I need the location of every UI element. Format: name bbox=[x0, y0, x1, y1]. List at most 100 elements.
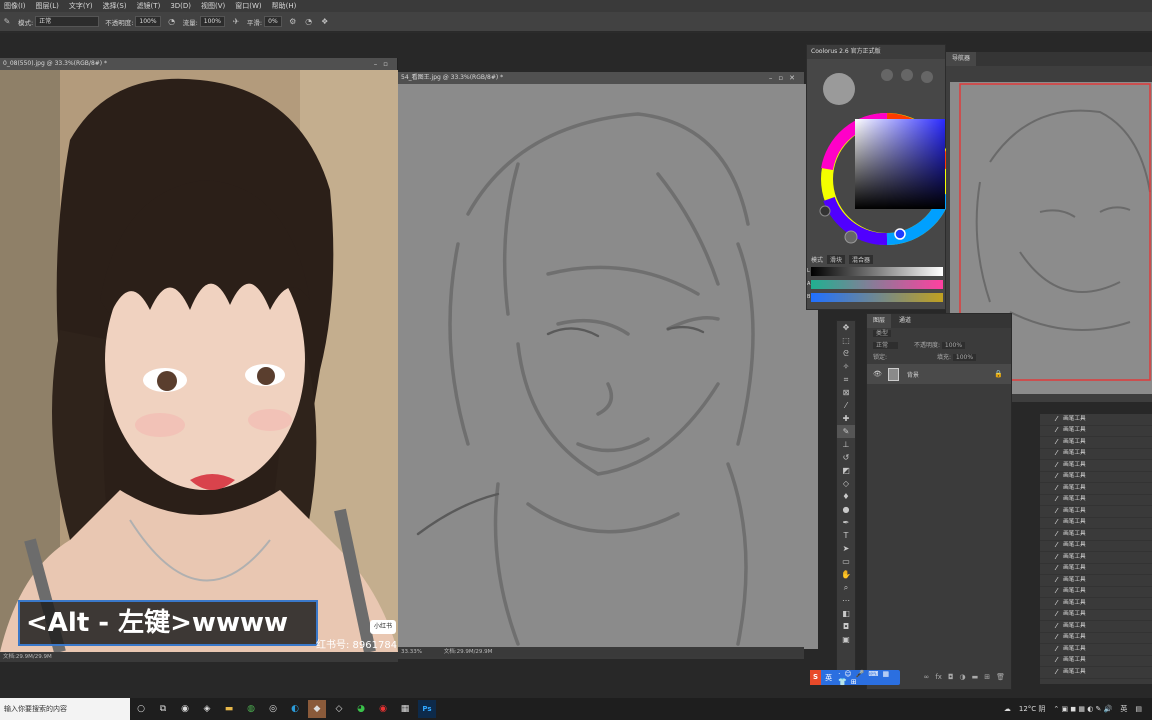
mode-select[interactable]: 正常 bbox=[35, 16, 100, 27]
history-item[interactable]: ⁄ 画笔工具 bbox=[1040, 472, 1152, 483]
menu-image[interactable]: 图像(I) bbox=[4, 1, 26, 11]
game-icon[interactable]: ◆ bbox=[308, 700, 326, 718]
app-icon-4[interactable]: ▦ bbox=[396, 700, 414, 718]
brush-preset-icon[interactable]: ✎ bbox=[2, 17, 12, 27]
opacity-input[interactable]: 100% bbox=[135, 16, 161, 27]
eyedropper-tool-icon[interactable]: ⁄ bbox=[837, 399, 855, 412]
tab-slider[interactable]: 滑块 bbox=[827, 255, 846, 264]
reference-window-title[interactable]: 0_08(550).jpg @ 33.3%(RGB/8#) * –▫ bbox=[0, 58, 397, 70]
history-item[interactable]: ⁄ 画笔工具 bbox=[1040, 633, 1152, 644]
photoshop-icon[interactable]: Ps bbox=[418, 700, 436, 718]
quick-select-tool-icon[interactable]: ✧ bbox=[837, 360, 855, 373]
blur-tool-icon[interactable]: ♦ bbox=[837, 490, 855, 503]
history-item[interactable]: ⁄ 画笔工具 bbox=[1040, 529, 1152, 541]
layer-opacity-input[interactable]: 100% bbox=[941, 342, 966, 349]
history-item[interactable]: ⁄ 画笔工具 bbox=[1040, 587, 1152, 598]
dodge-tool-icon[interactable]: ● bbox=[837, 503, 855, 516]
history-panel[interactable]: ⁄ 画笔工具 ⁄ 画笔工具 ⁄ 画笔工具 ⁄ 画笔工具 ⁄ 画笔工具 ⁄ 画笔工具 ⁄ 画笔工具 ⁄ 画笔工具… bbox=[1040, 414, 1152, 684]
pressure-size-icon[interactable]: ◔ bbox=[304, 17, 314, 27]
menu-3d[interactable]: 3D(D) bbox=[170, 2, 191, 10]
link-icon[interactable]: ∞ bbox=[924, 673, 930, 685]
foreground-background-icon[interactable]: ◧ bbox=[837, 607, 855, 620]
layer-search-input[interactable]: 类型 bbox=[873, 330, 892, 337]
menu-view[interactable]: 视图(V) bbox=[201, 1, 225, 11]
history-item[interactable]: ⁄ 画笔工具 bbox=[1040, 460, 1152, 472]
adjustment-icon[interactable]: ◑ bbox=[960, 673, 966, 685]
steam-icon[interactable]: ◉ bbox=[176, 700, 194, 718]
fx-icon[interactable]: fx bbox=[935, 673, 942, 685]
edge-icon[interactable]: ◐ bbox=[286, 700, 304, 718]
eraser-tool-icon[interactable]: ◩ bbox=[837, 464, 855, 477]
marquee-tool-icon[interactable]: ⬚ bbox=[837, 334, 855, 347]
coolorus-color-panel[interactable]: Coolorus 2.6 官方正式版 模式 滑块 混合器 L A B bbox=[806, 44, 947, 310]
history-item[interactable]: ⁄ 画笔工具 bbox=[1040, 575, 1152, 587]
history-item[interactable]: ⁄ 画笔工具 bbox=[1040, 656, 1152, 667]
history-item[interactable]: ⁄ 画笔工具 bbox=[1040, 621, 1152, 633]
symmetry-icon[interactable]: ❖ bbox=[320, 17, 330, 27]
lab-sliders[interactable]: L A B bbox=[807, 267, 943, 302]
pen-tool-icon[interactable]: ✒ bbox=[837, 516, 855, 529]
chrome-icon[interactable]: ◍ bbox=[242, 700, 260, 718]
cortana-icon[interactable]: ○ bbox=[132, 700, 150, 718]
tab-layers[interactable]: 图层 bbox=[867, 314, 892, 328]
history-item[interactable]: ⁄ 画笔工具 bbox=[1040, 449, 1152, 460]
flow-input[interactable]: 100% bbox=[199, 16, 225, 27]
wechat-icon[interactable]: ◕ bbox=[352, 700, 370, 718]
move-tool-icon[interactable]: ✥ bbox=[837, 321, 855, 334]
quick-mask-icon[interactable]: ◘ bbox=[837, 620, 855, 633]
weather-icon[interactable]: ☁ bbox=[1004, 705, 1011, 713]
history-item[interactable]: ⁄ 画笔工具 bbox=[1040, 564, 1152, 575]
app-icon-2[interactable]: ◎ bbox=[264, 700, 282, 718]
fill-input[interactable]: 100% bbox=[952, 354, 977, 361]
ime-language[interactable]: 英 bbox=[825, 673, 832, 683]
healing-tool-icon[interactable]: ✚ bbox=[837, 412, 855, 425]
more-tools-icon[interactable]: ⋯ bbox=[837, 594, 855, 607]
sketch-zoom[interactable]: 33.33% bbox=[401, 649, 422, 655]
gear-icon[interactable]: ⚙ bbox=[288, 17, 298, 27]
tab-navigator[interactable]: 导航器 bbox=[946, 52, 977, 66]
eye-icon[interactable]: 👁 bbox=[873, 370, 882, 378]
notification-icon[interactable]: ▤ bbox=[1135, 705, 1142, 713]
netease-music-icon[interactable]: ◉ bbox=[374, 700, 392, 718]
sketch-document-window[interactable]: 54_看图王.jpg @ 33.3%(RGB/8#) * –▫✕ 33.33% … bbox=[398, 72, 818, 659]
window-controls[interactable]: –▫ bbox=[374, 58, 394, 70]
layer-row-background[interactable]: 👁 背景 🔒 bbox=[867, 364, 1011, 384]
sketch-window-title[interactable]: 54_看图王.jpg @ 33.3%(RGB/8#) * –▫✕ bbox=[398, 72, 804, 84]
ime-tools-icons[interactable]: ·☺🎤⌨▦👕⊞ bbox=[838, 670, 900, 686]
folder-icon[interactable]: ▬ bbox=[220, 700, 238, 718]
crop-tool-icon[interactable]: ⌗ bbox=[837, 373, 855, 386]
history-brush-icon[interactable]: ↺ bbox=[837, 451, 855, 464]
menu-type[interactable]: 文字(Y) bbox=[69, 1, 93, 11]
new-layer-icon[interactable]: ⊞ bbox=[984, 673, 990, 685]
path-select-tool-icon[interactable]: ➤ bbox=[837, 542, 855, 555]
history-item[interactable]: ⁄ 画笔工具 bbox=[1040, 437, 1152, 449]
trash-icon[interactable]: 🗑 bbox=[996, 673, 1005, 685]
tab-channels[interactable]: 通道 bbox=[892, 314, 917, 328]
history-item[interactable]: ⁄ 画笔工具 bbox=[1040, 506, 1152, 518]
sketch-canvas[interactable] bbox=[398, 84, 818, 649]
taskbar-search-input[interactable]: 输入你要搜索的内容 bbox=[0, 698, 130, 720]
tab-mixer[interactable]: 混合器 bbox=[849, 255, 874, 264]
menu-filter[interactable]: 滤镜(T) bbox=[137, 1, 161, 11]
group-icon[interactable]: ▬ bbox=[972, 673, 979, 685]
app-icon[interactable]: ◈ bbox=[198, 700, 216, 718]
pressure-opacity-icon[interactable]: ◔ bbox=[167, 17, 177, 27]
weather-text[interactable]: 12°C 阴 bbox=[1019, 704, 1046, 714]
app-icon-3[interactable]: ◇ bbox=[330, 700, 348, 718]
smooth-input[interactable]: 0% bbox=[264, 16, 282, 27]
history-item[interactable]: ⁄ 画笔工具 bbox=[1040, 552, 1152, 564]
history-item[interactable]: ⁄ 画笔工具 bbox=[1040, 610, 1152, 621]
zoom-tool-icon[interactable]: ⌕ bbox=[837, 581, 855, 594]
menu-layer[interactable]: 图层(L) bbox=[36, 1, 59, 11]
layers-panel[interactable]: 图层 通道 类型 正常 不透明度: 100% 锁定: 填充: 100% 👁 背景… bbox=[866, 313, 1012, 690]
mask-icon[interactable]: ◘ bbox=[948, 673, 954, 685]
menu-window[interactable]: 窗口(W) bbox=[235, 1, 261, 11]
history-item[interactable]: ⁄ 画笔工具 bbox=[1040, 495, 1152, 506]
history-item[interactable]: ⁄ 画笔工具 bbox=[1040, 483, 1152, 495]
bucket-tool-icon[interactable]: ◇ bbox=[837, 477, 855, 490]
history-item[interactable]: ⁄ 画笔工具 bbox=[1040, 414, 1152, 426]
stamp-tool-icon[interactable]: ⊥ bbox=[837, 438, 855, 451]
menu-help[interactable]: 帮助(H) bbox=[272, 1, 297, 11]
task-view-icon[interactable]: ⧉ bbox=[154, 700, 172, 718]
frame-tool-icon[interactable]: ⊠ bbox=[837, 386, 855, 399]
